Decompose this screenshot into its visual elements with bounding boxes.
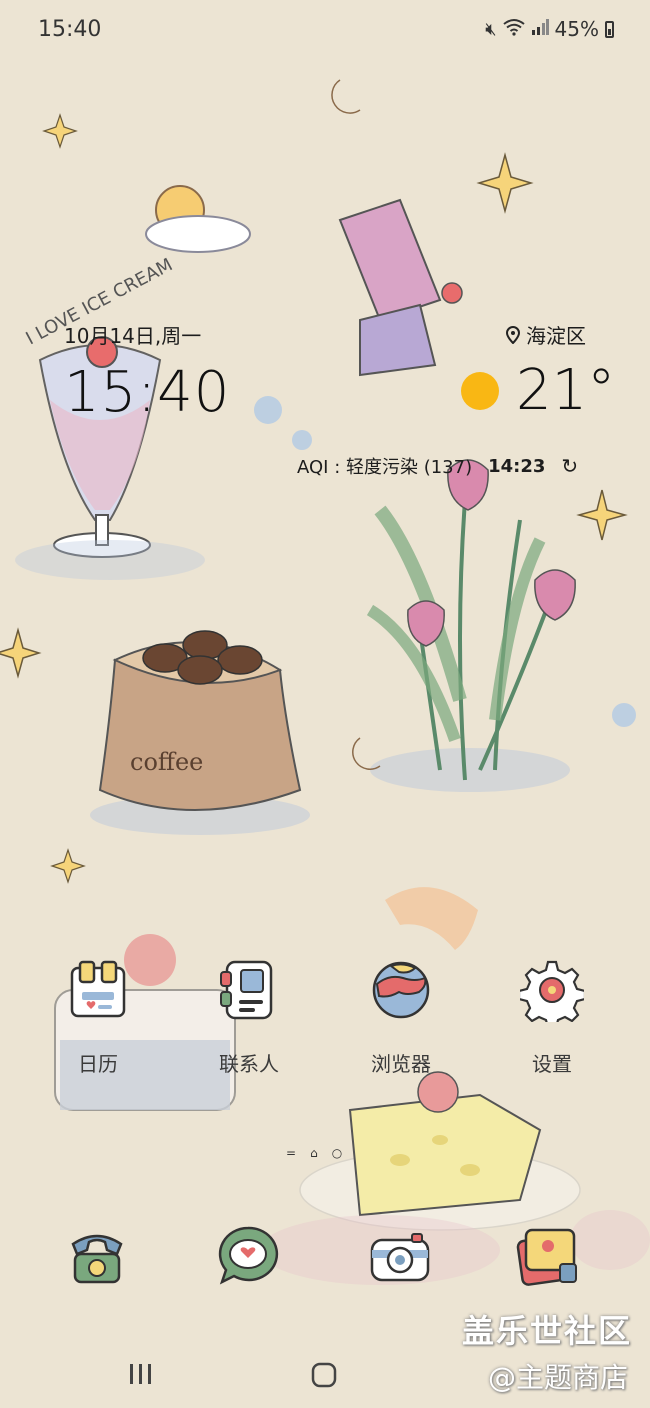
status-time: 15:40 <box>38 17 102 42</box>
location-pin-icon <box>506 325 520 344</box>
app-label: 联系人 <box>219 1052 279 1076</box>
page-indicator-menu-icon: = <box>286 1146 297 1160</box>
svg-text:coffee: coffee <box>130 748 203 776</box>
app-browser[interactable]: 浏览器 <box>346 958 456 1077</box>
app-label: 日历 <box>78 1052 118 1076</box>
recent-apps-icon <box>130 1364 151 1384</box>
mute-icon: 🔇︎ <box>485 18 497 40</box>
recent-apps-button[interactable] <box>128 1362 154 1392</box>
page-indicator[interactable]: = ⌂ ○ <box>286 1146 342 1160</box>
app-label: 设置 <box>532 1052 572 1076</box>
settings-icon <box>520 960 584 1022</box>
tulip-illustration <box>366 459 576 792</box>
contacts-icon <box>220 960 273 1020</box>
gallery-icon[interactable] <box>516 1224 580 1288</box>
battery-icon <box>605 20 614 38</box>
home-icon <box>311 1362 337 1388</box>
camera-icon[interactable] <box>368 1224 432 1288</box>
widget-temperature: 21° <box>516 358 616 423</box>
refresh-icon[interactable]: ↻ <box>561 454 578 478</box>
messages-icon[interactable] <box>216 1224 280 1288</box>
widget-location[interactable]: 海淀区 <box>506 320 586 349</box>
coffee-bag-illustration: coffee <box>90 630 310 835</box>
browser-icon <box>372 961 430 1019</box>
phone-icon[interactable] <box>65 1224 129 1288</box>
wifi-icon <box>502 18 525 41</box>
aqi-row: AQI : 轻度污染 (137) 14:23 ↻ <box>297 453 578 479</box>
battery-percent: 45% <box>554 17 599 41</box>
signal-icon <box>531 18 549 40</box>
sunny-weather-icon <box>461 372 499 410</box>
calendar-icon <box>70 960 126 1018</box>
location-label: 海淀区 <box>526 324 586 348</box>
updated-time: 14:23 <box>488 455 546 477</box>
widget-date: 10月14日,周一 <box>64 324 202 348</box>
app-calendar[interactable]: 日历 <box>43 958 153 1077</box>
watermark-community: 盖乐世社区 <box>462 1312 633 1350</box>
sun-cloud-illustration <box>145 185 251 253</box>
navigation-bar <box>0 1348 650 1408</box>
app-settings[interactable]: 设置 <box>497 958 607 1077</box>
status-bar: 15:40 🔇︎ 45% <box>0 0 650 60</box>
page-indicator-home-icon: ⌂ <box>310 1146 318 1160</box>
home-button[interactable] <box>311 1362 337 1394</box>
widget-clock[interactable]: 15:40 <box>64 360 230 425</box>
app-label: 浏览器 <box>371 1052 431 1076</box>
page-indicator-dot-icon: ○ <box>331 1146 343 1160</box>
aqi-label: AQI : 轻度污染 (137) <box>297 457 473 478</box>
status-icons: 🔇︎ 45% <box>485 17 614 41</box>
wallpaper: I LOVE ICE CREAM coffee <box>0 79 650 1285</box>
app-contacts[interactable]: 联系人 <box>194 958 304 1077</box>
pink-cup-illustration <box>338 198 463 377</box>
